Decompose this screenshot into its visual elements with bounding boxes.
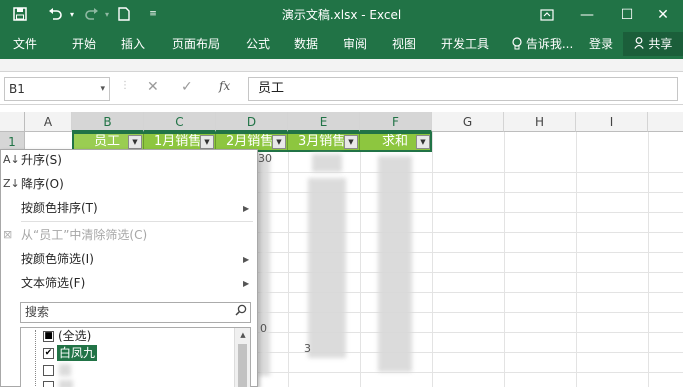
column-header-b[interactable]: B (72, 112, 144, 132)
column-header-c[interactable]: C (144, 112, 216, 132)
gridline (576, 132, 577, 387)
menu-item-text-filters[interactable]: 文本筛选(F) (21, 273, 85, 293)
name-box-value: B1 (9, 82, 25, 96)
share-button[interactable]: 共享 (623, 32, 683, 56)
filter-dropdown-button-b[interactable]: ▼ (128, 135, 142, 149)
column-header-i[interactable]: I (576, 112, 648, 132)
tab-data[interactable]: 数据 (294, 29, 318, 59)
clear-filter-icon: ⊠ (3, 228, 13, 241)
share-label: 共享 (648, 37, 673, 51)
item-checkbox[interactable] (43, 381, 54, 387)
minimize-button[interactable]: — (567, 0, 607, 29)
close-button[interactable]: ✕ (643, 0, 683, 29)
cancel-icon[interactable]: ✕ (147, 79, 159, 95)
column-header-e[interactable]: E (288, 112, 360, 132)
gridline (360, 132, 361, 387)
list-item[interactable]: 白凤九 (57, 345, 98, 361)
cell-fragment: 0 (260, 322, 267, 335)
blurred-data (312, 154, 342, 172)
formula-bar: B1 ▾ ⋮ ✕ ✓ fx 员工 (0, 71, 683, 105)
search-icon (235, 303, 247, 322)
sort-descending-icon: Z↓ (3, 177, 20, 190)
tree-line (35, 330, 36, 387)
person-icon (633, 37, 649, 51)
insert-function-button[interactable]: fx (219, 79, 230, 93)
filter-dropdown-button-c[interactable]: ▼ (200, 135, 214, 149)
tab-insert[interactable]: 插入 (121, 29, 145, 59)
column-header-d[interactable]: D (216, 112, 288, 132)
submenu-arrow-icon: ▶ (243, 279, 250, 288)
list-scrollbar[interactable]: ▲ (234, 328, 250, 387)
menu-item-filter-by-color[interactable]: 按颜色筛选(I) (21, 249, 94, 269)
header-text: 求和 (382, 134, 409, 149)
sort-ascending-icon: A↓ (3, 153, 20, 166)
header-text: 3月销售 (298, 134, 346, 149)
gridline (432, 132, 433, 387)
filter-dropdown-button-e[interactable]: ▼ (344, 135, 358, 149)
tab-page-layout[interactable]: 页面布局 (172, 29, 220, 59)
name-box[interactable]: B1 ▾ (4, 77, 110, 101)
autofilter-menu: A↓ 升序(S) Z↓ 降序(O) 按颜色排序(T) ▶ ⊠ 从“员工”中清除筛… (0, 149, 258, 387)
tab-home[interactable]: 开始 (72, 29, 96, 59)
blurred-data (258, 156, 270, 376)
title-bar: ▾ ▾ ≡ 演示文稿.xlsx - Excel — ☐ ✕ (0, 0, 683, 29)
name-box-dropdown-icon[interactable]: ▾ (100, 78, 105, 100)
menu-item-sort-by-color[interactable]: 按颜色排序(T) (21, 198, 98, 218)
enter-icon[interactable]: ✓ (181, 79, 193, 95)
column-header-more (648, 112, 683, 132)
column-header-f[interactable]: F (360, 112, 432, 132)
tab-view[interactable]: 视图 (392, 29, 416, 59)
tab-review[interactable]: 审阅 (343, 29, 367, 59)
menu-item-sort-ascending[interactable]: 升序(S) (21, 150, 62, 170)
scroll-up-icon[interactable]: ▲ (235, 328, 250, 342)
search-placeholder: 搜索 (25, 305, 50, 319)
submenu-arrow-icon: ▶ (243, 255, 250, 264)
tab-developer[interactable]: 开发工具 (441, 29, 489, 59)
filter-dropdown-button-d[interactable]: ▼ (272, 135, 286, 149)
lightbulb-icon (512, 37, 526, 51)
sign-in-link[interactable]: 登录 (589, 29, 613, 59)
item-checkbox[interactable]: ✔ (43, 348, 54, 359)
column-header-h[interactable]: H (504, 112, 576, 132)
formula-input[interactable]: 员工 (248, 77, 678, 101)
maximize-button[interactable]: ☐ (607, 0, 647, 29)
blurred-data (378, 156, 412, 372)
submenu-arrow-icon: ▶ (243, 204, 250, 213)
list-item-select-all[interactable]: (全选) (58, 328, 91, 344)
select-all-checkbox[interactable]: ■ (43, 331, 54, 342)
item-checkbox[interactable] (43, 365, 54, 376)
menu-item-sort-descending[interactable]: 降序(O) (21, 174, 64, 194)
filter-value-list: ■ (全选) ✔ 白凤九 ▲ (20, 327, 251, 387)
tell-me-box[interactable]: 告诉我... (512, 29, 573, 59)
column-header-g[interactable]: G (432, 112, 504, 132)
cell-fragment: 30 (258, 152, 272, 165)
blurred-data (308, 178, 346, 358)
splitter-dots: ⋮ (120, 80, 130, 91)
gridline (288, 132, 289, 387)
filter-dropdown-button-f[interactable]: ▼ (416, 135, 430, 149)
column-header-a[interactable]: A (25, 112, 72, 132)
cell-fragment: 3 (304, 342, 311, 355)
gridline (648, 132, 649, 387)
scrollbar-thumb[interactable] (238, 344, 247, 387)
blurred-data (59, 380, 73, 387)
tab-file[interactable]: 文件 (13, 29, 37, 59)
tell-me-label: 告诉我... (525, 37, 574, 51)
menu-separator (21, 221, 253, 222)
ribbon-display-icon[interactable] (527, 0, 567, 29)
filter-search-box[interactable]: 搜索 (20, 302, 251, 323)
menu-item-clear-filter: 从“员工”中清除筛选(C) (21, 228, 148, 242)
ribbon-collapsed-strip (0, 59, 683, 71)
ribbon-tabs: 文件 开始 插入 页面布局 公式 数据 审阅 视图 开发工具 告诉我... 登录… (0, 29, 683, 59)
tab-formulas[interactable]: 公式 (246, 29, 270, 59)
select-all-corner[interactable] (0, 112, 25, 132)
gridline (504, 132, 505, 387)
blurred-data (59, 364, 71, 376)
